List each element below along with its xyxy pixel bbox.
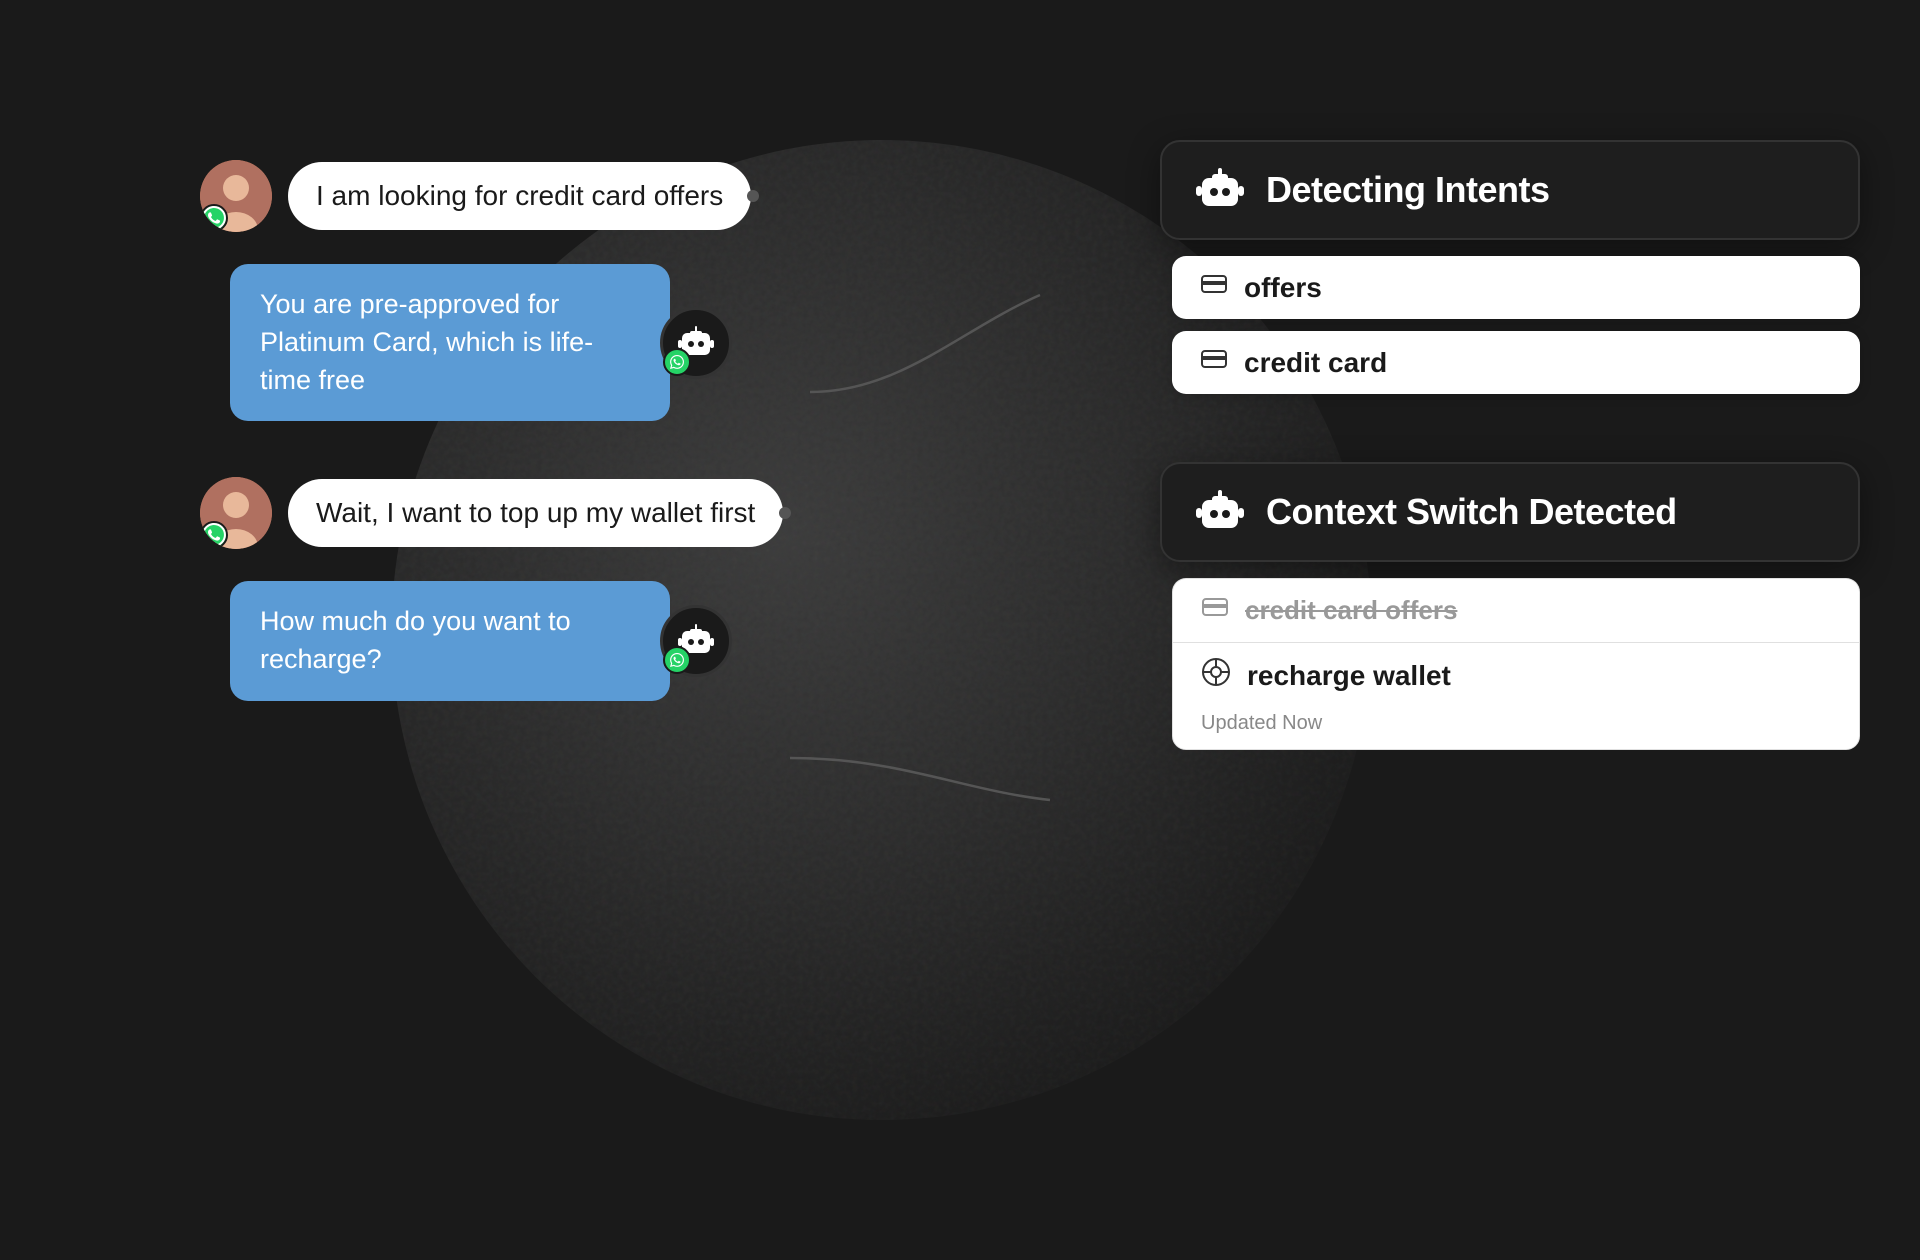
detecting-intents-section: Detecting Intents offers	[1160, 140, 1860, 394]
credit-card-icon-offers	[1200, 270, 1228, 305]
bot-avatar-1	[660, 307, 732, 379]
detecting-intents-title: Detecting Intents	[1266, 169, 1550, 211]
context-tag-updated-text: Updated Now	[1201, 712, 1322, 735]
bot-message-1-text: You are pre-approved for Platinum Card, …	[260, 289, 593, 395]
context-tag-recharge-row: recharge wallet	[1201, 657, 1451, 694]
user-message-2-bubble: Wait, I want to top up my wallet first	[288, 479, 783, 547]
intent-tag-credit-card: credit card	[1172, 331, 1860, 394]
whatsapp-badge-bot-2	[663, 646, 691, 674]
context-tags-group: credit card offers	[1172, 578, 1860, 750]
whatsapp-badge-2	[200, 521, 228, 549]
credit-card-icon-context	[1201, 593, 1229, 628]
user-message-1-text: I am looking for credit card offers	[316, 180, 723, 211]
wallet-icon	[1201, 657, 1231, 694]
detecting-intents-panel: Detecting Intents	[1160, 140, 1860, 240]
intent-tag-credit-card-label: credit card	[1244, 347, 1387, 379]
intent-tag-offers-label: offers	[1244, 272, 1322, 304]
detecting-intents-bot-icon	[1194, 164, 1246, 216]
user-message-1-row: I am looking for credit card offers	[200, 160, 860, 232]
right-panels: Detecting Intents offers	[1160, 140, 1860, 750]
context-tag-credit-card-text: credit card offers	[1245, 595, 1457, 626]
bot-message-2-bubble: How much do you want to recharge?	[230, 581, 670, 701]
intent-tag-offers: offers	[1172, 256, 1860, 319]
context-switch-title: Context Switch Detected	[1266, 491, 1677, 533]
intent-tags-group: offers credit card	[1172, 256, 1860, 394]
user-message-2-text: Wait, I want to top up my wallet first	[316, 497, 755, 528]
context-tag-recharge-text: recharge wallet	[1247, 660, 1451, 692]
context-switch-section: Context Switch Detected credit card offe…	[1160, 462, 1860, 750]
bot-message-1-bubble: You are pre-approved for Platinum Card, …	[230, 264, 670, 421]
context-switch-panel: Context Switch Detected	[1160, 462, 1860, 562]
context-tag-recharge-wallet: recharge wallet Updated Now	[1172, 642, 1860, 750]
user-message-2-row: Wait, I want to top up my wallet first	[200, 477, 860, 549]
bot-message-1-row: You are pre-approved for Platinum Card, …	[230, 264, 860, 421]
user-message-1-bubble: I am looking for credit card offers	[288, 162, 751, 230]
connector-dot-1	[747, 190, 759, 202]
connector-dot-2	[779, 507, 791, 519]
context-switch-bot-icon	[1194, 486, 1246, 538]
chat-area: I am looking for credit card offers You …	[200, 160, 860, 701]
bot-message-2-row: How much do you want to recharge?	[230, 581, 860, 701]
scene: I am looking for credit card offers You …	[0, 0, 1920, 1260]
whatsapp-badge-bot-1	[663, 348, 691, 376]
bot-avatar-2	[660, 605, 732, 677]
whatsapp-badge-1	[200, 204, 228, 232]
user-avatar-1	[200, 160, 272, 232]
credit-card-icon-card	[1200, 345, 1228, 380]
user-avatar-2	[200, 477, 272, 549]
context-tag-credit-card-offers: credit card offers	[1172, 578, 1860, 642]
bot-message-2-text: How much do you want to recharge?	[260, 606, 571, 674]
